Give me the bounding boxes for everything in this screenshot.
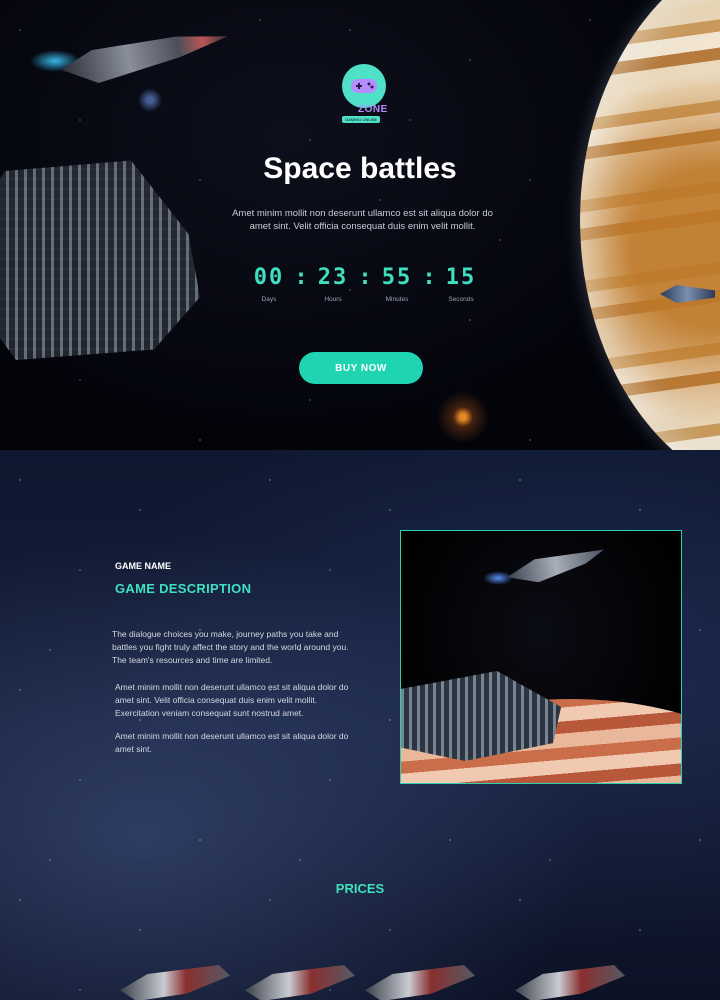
description-paragraph: Amet minim mollit non deserunt ullamco e… xyxy=(115,682,349,718)
spaceship-image xyxy=(505,545,608,588)
price-card-ship-image[interactable] xyxy=(245,965,355,1000)
hero-section: ZONE GAMING ONLINE Space battles Amet mi… xyxy=(0,0,720,450)
prices-heading: PRICES xyxy=(335,881,385,896)
hero-content: ZONE GAMING ONLINE Space battles Amet mi… xyxy=(0,0,720,450)
countdown-minutes: 55 Minutes xyxy=(378,265,416,303)
hero-description: Amet minim mollit non deserunt ullamco e… xyxy=(232,208,493,232)
price-cards-preview xyxy=(0,955,720,1000)
description-paragraph: Amet minim mollit non deserunt ullamco e… xyxy=(115,731,349,754)
logo-name: ZONE xyxy=(358,104,388,115)
price-card-ship-image[interactable] xyxy=(515,965,625,1000)
countdown-hours-value: 23 xyxy=(317,265,349,290)
countdown-hours: 23 Hours xyxy=(314,265,352,303)
countdown-minutes-label: Minutes xyxy=(385,296,409,303)
hero-title: Space battles xyxy=(263,152,457,185)
game-description-section: GAME NAME GAME DESCRIPTION The dialogue … xyxy=(0,450,720,1000)
logo[interactable]: ZONE GAMING ONLINE xyxy=(338,64,392,124)
countdown-seconds-value: 15 xyxy=(445,265,477,290)
countdown-separator: : xyxy=(422,265,436,290)
logo-tagline: GAMING ONLINE xyxy=(342,116,381,123)
countdown-days-value: 00 xyxy=(253,265,285,290)
countdown-seconds-label: Seconds xyxy=(448,296,474,303)
game-screenshot-image xyxy=(400,530,682,784)
countdown-days-label: Days xyxy=(261,296,277,303)
game-name-label: GAME NAME xyxy=(115,561,171,571)
gamepad-icon xyxy=(342,64,386,108)
countdown-timer: 00 Days : 23 Hours : 55 Minutes : 15 Sec… xyxy=(250,265,480,303)
countdown-minutes-value: 55 xyxy=(381,265,413,290)
description-paragraph: The dialogue choices you make, journey p… xyxy=(112,629,349,665)
countdown-days: 00 Days xyxy=(250,265,288,303)
countdown-separator: : xyxy=(358,265,372,290)
price-card-ship-image[interactable] xyxy=(365,965,475,1000)
price-card-ship-image[interactable] xyxy=(120,965,230,1000)
countdown-seconds: 15 Seconds xyxy=(442,265,480,303)
countdown-hours-label: Hours xyxy=(324,296,342,303)
game-description-heading: GAME DESCRIPTION xyxy=(115,581,252,596)
engine-glow xyxy=(483,571,513,585)
buy-now-button[interactable]: BUY NOW xyxy=(299,352,423,384)
countdown-separator: : xyxy=(294,265,308,290)
landing-page: ZONE GAMING ONLINE Space battles Amet mi… xyxy=(0,0,720,1000)
